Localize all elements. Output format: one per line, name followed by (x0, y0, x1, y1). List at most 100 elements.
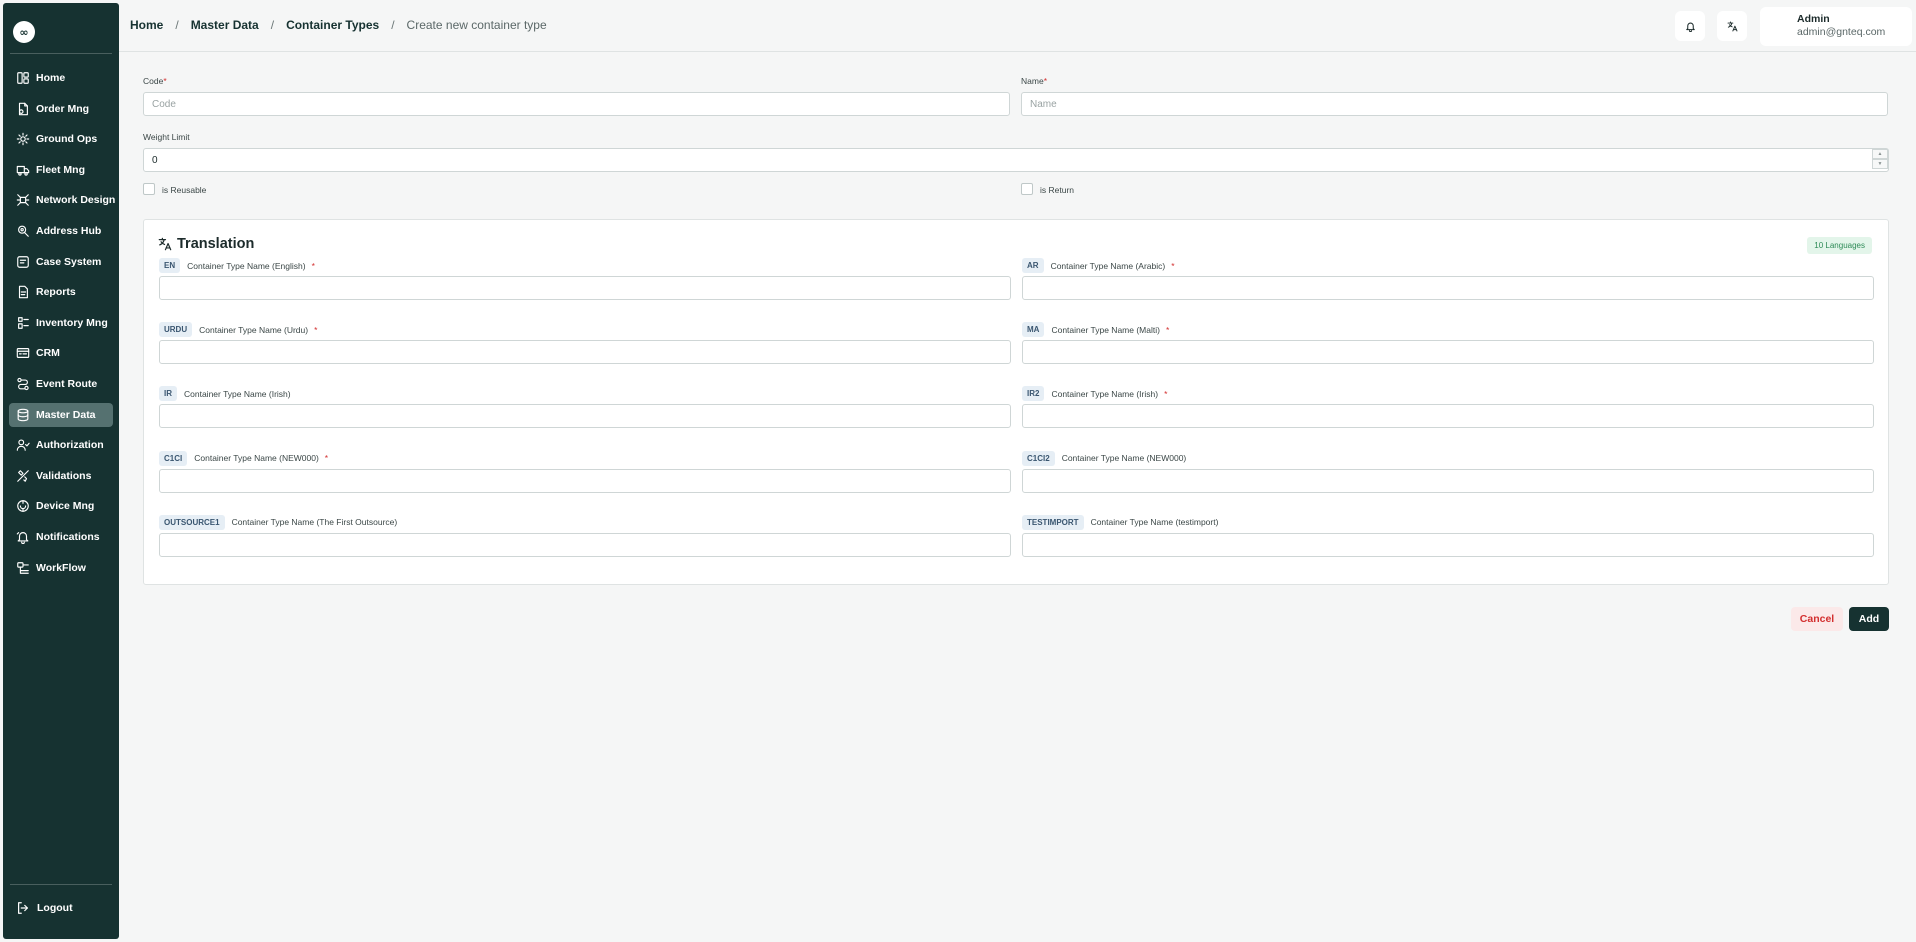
code-label: Code* (143, 76, 167, 86)
sidebar-item-workflow[interactable]: WorkFlow (9, 556, 113, 580)
name-label: Name* (1021, 76, 1047, 86)
user-menu[interactable]: Admin admin@gnteq.com (1760, 7, 1912, 46)
route-icon (17, 377, 29, 391)
sidebar-item-reports[interactable]: Reports (9, 280, 113, 304)
sidebar-item-home[interactable]: Home (9, 66, 113, 90)
sidebar-item-master-data[interactable]: Master Data (9, 402, 113, 427)
is-return-checkbox[interactable] (1021, 183, 1033, 195)
translation-title: Translation (158, 236, 254, 252)
is-reusable-checkbox[interactable] (143, 183, 155, 195)
sidebar-item-network-design[interactable]: Network Design (9, 188, 115, 212)
report-icon (18, 285, 28, 299)
breadcrumb-home[interactable]: Home (130, 18, 163, 32)
add-button[interactable]: Add (1849, 607, 1889, 631)
sidebar-item-event-route[interactable]: Event Route (9, 372, 113, 396)
bell-icon (16, 531, 29, 544)
translation-field-label: Container Type Name (Arabic) (1050, 260, 1166, 271)
translation-input-urdu[interactable] (159, 340, 1011, 365)
language-code-tag: TESTIMPORT (1022, 514, 1084, 530)
translation-input-ma[interactable] (1022, 340, 1874, 365)
sidebar-item-label: Fleet Mng (36, 163, 85, 176)
is-return-label: is Return (1040, 185, 1075, 195)
ground-ops-icon (16, 132, 30, 146)
app-logo[interactable]: ∞ (13, 21, 35, 43)
sidebar-item-address-hub[interactable]: Address Hub (9, 219, 113, 243)
cancel-button[interactable]: Cancel (1791, 607, 1843, 631)
sidebar-item-label: Authorization (36, 439, 104, 452)
sidebar-item-device-mng[interactable]: Device Mng (9, 494, 113, 518)
required-mark: * (1171, 260, 1175, 271)
sidebar-divider-bottom (10, 884, 112, 885)
translation-label-en: EN Container Type Name (English) * (159, 258, 315, 273)
logo-glyph: ∞ (19, 25, 29, 39)
breadcrumb-current: Create new container type (406, 18, 547, 32)
sidebar-item-crm[interactable]: CRM (9, 341, 113, 365)
translation-input-en[interactable] (159, 276, 1011, 300)
order-icon (18, 102, 28, 115)
device-icon (17, 500, 29, 513)
translation-label-testimport: TESTIMPORT Container Type Name (testimpor… (1022, 514, 1219, 530)
translation-label-ar: AR Container Type Name (Arabic) * (1022, 258, 1175, 273)
translation-input-ar[interactable] (1022, 276, 1874, 300)
required-mark: * (311, 260, 315, 271)
weight-limit-stepper[interactable]: ▲ ▼ (1872, 149, 1888, 169)
sidebar-item-ground-ops[interactable]: Ground Ops (9, 127, 113, 151)
inventory-icon (18, 316, 29, 329)
sidebar-item-label: Master Data (36, 408, 96, 421)
required-mark: * (1164, 388, 1168, 399)
weight-limit-input[interactable] (143, 148, 1889, 172)
translation-input-ir2[interactable] (1022, 404, 1874, 429)
breadcrumb-master-data[interactable]: Master Data (191, 18, 259, 32)
is-reusable-label: is Reusable (162, 185, 207, 195)
sidebar-item-fleet-mng[interactable]: Fleet Mng (9, 158, 113, 182)
language-code-tag: EN (159, 258, 181, 273)
bell-icon (1685, 22, 1695, 32)
translation-label-c1ci2: C1CI2 Container Type Name (NEW000) (1022, 450, 1186, 466)
weight-limit-label: Weight Limit (143, 132, 190, 142)
breadcrumb: Home / Master Data / Container Types / C… (130, 18, 547, 32)
breadcrumb-separator: / (175, 18, 179, 32)
code-input[interactable] (143, 92, 1010, 116)
translation-field-label: Container Type Name (Urdu) (199, 324, 309, 335)
language-code-tag: AR (1022, 258, 1044, 273)
language-button[interactable] (1717, 11, 1747, 41)
sidebar-item-label: Notifications (36, 530, 100, 543)
translation-field-label: Container Type Name (English) (187, 260, 306, 271)
sidebar-item-order-mng[interactable]: Order Mng (9, 97, 113, 121)
breadcrumb-container-types[interactable]: Container Types (286, 18, 379, 32)
translation-input-outsource1[interactable] (159, 532, 1011, 557)
translation-field-label: Container Type Name (Irish) (184, 388, 291, 399)
translation-field-label: Container Type Name (testimport) (1090, 517, 1219, 528)
sidebar-item-inventory-mng[interactable]: Inventory Mng (9, 311, 113, 335)
truck-icon (16, 165, 30, 176)
sidebar: ∞ Home Order Mng Ground Ops Fleet Mng Networ… (3, 3, 119, 939)
translation-input-c1ci[interactable] (159, 468, 1011, 493)
stepper-up-icon[interactable]: ▲ (1872, 149, 1888, 159)
sidebar-item-case-system[interactable]: Case System (9, 250, 113, 274)
sidebar-item-notifications[interactable]: Notifications (9, 525, 113, 549)
crm-icon (16, 348, 30, 359)
sidebar-item-label: Reports (36, 286, 76, 299)
translation-input-c1ci2[interactable] (1022, 468, 1874, 493)
sidebar-item-authorization[interactable]: Authorization (9, 433, 113, 457)
sidebar-item-label: WorkFlow (36, 561, 86, 574)
database-icon (17, 408, 29, 421)
translation-title-text: Translation (177, 236, 255, 252)
sidebar-item-label: Order Mng (36, 102, 90, 115)
translation-label-ir: IR Container Type Name (Irish) (159, 386, 291, 402)
stepper-down-icon[interactable]: ▼ (1872, 159, 1888, 169)
network-icon (16, 194, 30, 207)
name-input[interactable] (1021, 92, 1888, 116)
sidebar-item-validations[interactable]: Validations (9, 464, 113, 488)
language-code-tag: OUTSOURCE1 (159, 514, 225, 530)
breadcrumb-separator: / (391, 18, 395, 32)
language-code-tag: IR2 (1022, 386, 1045, 402)
logout-icon (18, 902, 28, 914)
notifications-button[interactable] (1675, 11, 1705, 41)
translation-input-testimport[interactable] (1022, 532, 1874, 557)
logout-button[interactable]: Logout (16, 901, 73, 915)
language-code-tag: URDU (159, 322, 193, 338)
translation-input-ir[interactable] (159, 404, 1011, 429)
translation-label-urdu: URDU Container Type Name (Urdu) * (159, 322, 317, 338)
required-mark: * (324, 453, 329, 464)
